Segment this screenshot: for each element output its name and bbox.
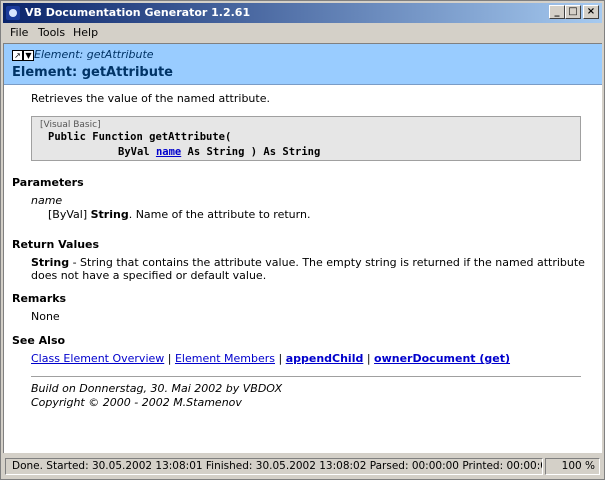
- topic-breadcrumb: Element: getAttribute: [34, 48, 154, 61]
- description: Retrieves the value of the named attribu…: [31, 92, 270, 105]
- app-window: VB Documentation Generator 1.2.61 _ □ × …: [0, 0, 605, 480]
- copyright: Copyright © 2000 - 2002 M.Stamenov: [31, 396, 242, 409]
- remarks-heading: Remarks: [12, 292, 67, 305]
- document-view[interactable]: ↗ ▼ Element: getAttribute Element: getAt…: [3, 43, 602, 453]
- separator: |: [164, 352, 175, 365]
- param-modifier: [ByVal]: [48, 208, 91, 221]
- return-values-text: String - String that contains the attrib…: [31, 256, 586, 282]
- status-bar: Done. Started: 30.05.2002 13:08:01 Finis…: [3, 456, 602, 477]
- code-line-1: Public Function getAttribute(: [48, 131, 232, 143]
- code-line-2: ByVal name As String ) As String: [118, 146, 320, 158]
- see-also-links: Class Element Overview | Element Members…: [31, 352, 510, 365]
- code-return-type: As String ) As String: [181, 146, 321, 158]
- see-also-heading: See Also: [12, 334, 66, 347]
- menu-tools[interactable]: Tools: [38, 26, 65, 39]
- maximize-button[interactable]: □: [565, 5, 581, 19]
- window-title: VB Documentation Generator 1.2.61: [25, 6, 251, 19]
- menu-help[interactable]: Help: [73, 26, 98, 39]
- param-name-link[interactable]: name: [156, 146, 181, 158]
- param-text: . Name of the attribute to return.: [128, 208, 311, 221]
- parameter-name: name: [31, 194, 63, 207]
- dropdown-icon[interactable]: ▼: [23, 50, 34, 61]
- menu-file[interactable]: File: [10, 26, 28, 39]
- minimize-button[interactable]: _: [549, 5, 565, 19]
- link-class-element-overview[interactable]: Class Element Overview: [31, 352, 164, 365]
- link-append-child[interactable]: appendChild: [286, 352, 364, 365]
- link-owner-document[interactable]: ownerDocument (get): [374, 352, 510, 365]
- separator: |: [274, 352, 286, 365]
- return-type: String: [31, 256, 70, 269]
- return-values-heading: Return Values: [12, 238, 100, 251]
- expand-icon[interactable]: ↗: [12, 50, 23, 61]
- parameters-heading: Parameters: [12, 176, 84, 189]
- close-button[interactable]: ×: [583, 5, 599, 19]
- param-type: String: [90, 208, 129, 221]
- remarks-text: None: [31, 310, 60, 323]
- title-bar[interactable]: VB Documentation Generator 1.2.61 _ □ ×: [3, 3, 602, 23]
- link-element-members[interactable]: Element Members: [175, 352, 275, 365]
- parameter-description: [ByVal] String. Name of the attribute to…: [48, 208, 310, 221]
- build-info: Build on Donnerstag, 30. Mai 2002 by VBD…: [31, 382, 283, 395]
- separator: |: [363, 352, 375, 365]
- menu-bar: File Tools Help: [3, 24, 602, 42]
- page-title: Element: getAttribute: [12, 65, 173, 80]
- status-text: Done. Started: 30.05.2002 13:08:01 Finis…: [5, 458, 543, 475]
- footer-divider: [31, 376, 581, 377]
- zoom-level: 100 %: [545, 458, 600, 475]
- topic-header: ↗ ▼ Element: getAttribute Element: getAt…: [4, 44, 602, 85]
- app-icon[interactable]: [6, 6, 20, 20]
- code-language: [Visual Basic]: [40, 120, 101, 130]
- code-byval: ByVal: [118, 146, 156, 158]
- return-description: - String that contains the attribute val…: [31, 256, 585, 282]
- syntax-box: [Visual Basic] Public Function getAttrib…: [31, 116, 581, 161]
